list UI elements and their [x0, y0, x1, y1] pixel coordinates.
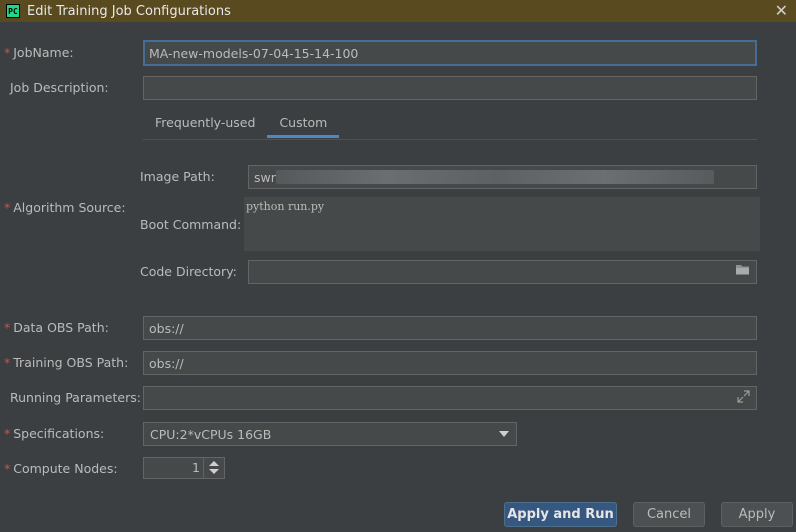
compute-nodes-stepper[interactable]: 1	[143, 457, 225, 479]
redacted-text-blur	[276, 170, 714, 184]
window-title: Edit Training Job Configurations	[27, 3, 231, 19]
spinner-up-icon[interactable]	[209, 461, 219, 466]
image-path-label: Image Path:	[140, 169, 215, 184]
tab-custom[interactable]: Custom	[267, 112, 340, 138]
apply-button[interactable]: Apply	[721, 502, 793, 527]
app-icon: PC	[6, 4, 20, 18]
specifications-label: Specifications:	[4, 426, 104, 441]
tab-divider	[143, 139, 757, 140]
spinner-down-icon[interactable]	[209, 469, 219, 474]
job-name-label: JobName:	[4, 45, 73, 60]
title-bar: PC Edit Training Job Configurations ✕	[0, 0, 796, 22]
data-obs-path-label: Data OBS Path:	[4, 320, 109, 335]
algorithm-tabs: Frequently-used Custom	[143, 112, 340, 139]
job-description-label: Job Description:	[10, 80, 109, 95]
code-directory-label: Code Directory:	[140, 264, 237, 279]
expand-icon[interactable]	[737, 390, 750, 407]
running-parameters-input[interactable]	[143, 386, 757, 410]
training-obs-path-label: Training OBS Path:	[4, 355, 128, 370]
code-directory-input[interactable]	[248, 260, 757, 284]
close-icon[interactable]: ✕	[775, 1, 788, 20]
boot-command-label: Boot Command:	[140, 217, 242, 232]
compute-nodes-label: Compute Nodes:	[4, 461, 117, 476]
job-name-input[interactable]	[143, 40, 757, 66]
training-obs-path-input[interactable]	[143, 351, 757, 375]
apply-and-run-button[interactable]: Apply and Run	[504, 502, 617, 527]
stepper-buttons	[203, 458, 224, 478]
chevron-down-icon	[499, 431, 509, 437]
compute-nodes-value: 1	[192, 460, 200, 475]
job-description-input[interactable]	[143, 76, 757, 100]
running-parameters-label: Running Parameters:	[10, 390, 141, 405]
cancel-button[interactable]: Cancel	[633, 502, 705, 527]
data-obs-path-input[interactable]	[143, 316, 757, 340]
folder-icon[interactable]	[735, 263, 750, 280]
specifications-select[interactable]: CPU:2*vCPUs 16GB	[143, 422, 517, 446]
specifications-value: CPU:2*vCPUs 16GB	[150, 426, 272, 442]
algorithm-source-label: Algorithm Source:	[4, 200, 125, 215]
boot-command-textarea[interactable]: python run.py	[244, 197, 760, 251]
tab-frequently-used[interactable]: Frequently-used	[143, 112, 267, 138]
